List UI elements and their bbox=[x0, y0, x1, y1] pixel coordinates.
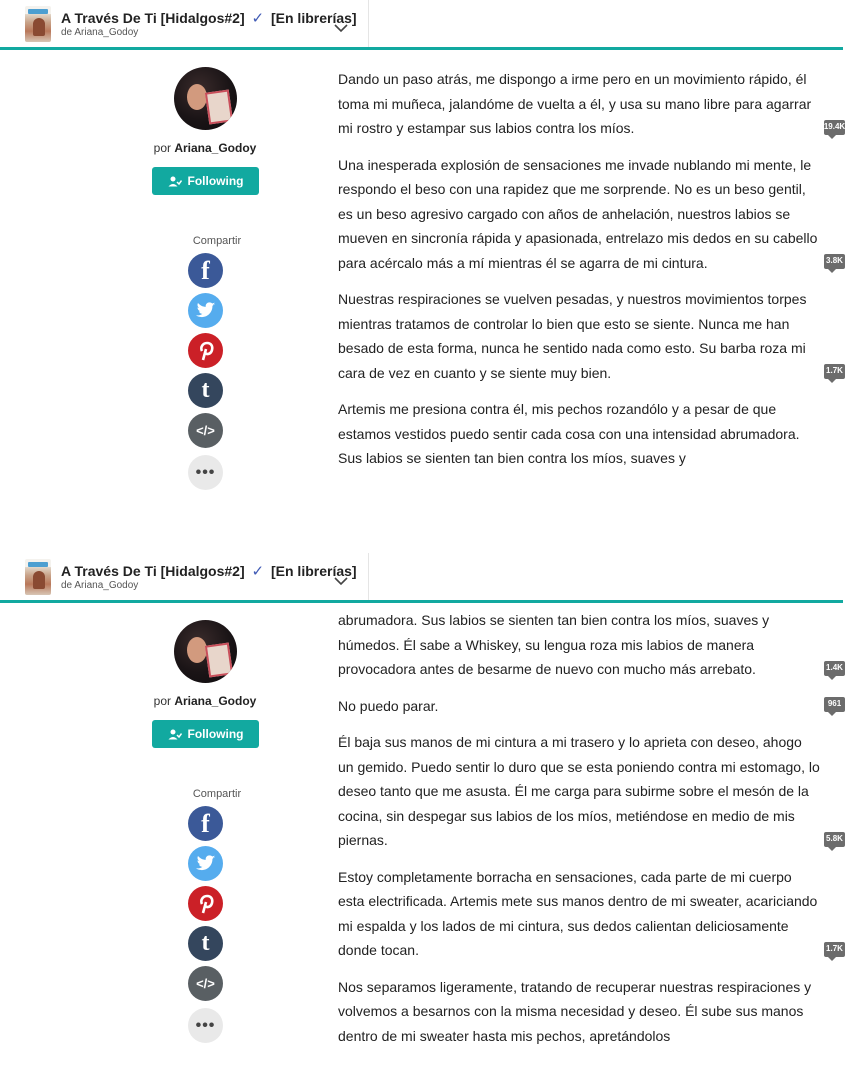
reading-progress-bar bbox=[0, 47, 843, 50]
author-prefix: por bbox=[153, 694, 171, 708]
story-title[interactable]: A Través De Ti [Hidalgos#2] ✓ [En librer… bbox=[61, 9, 357, 27]
more-icon[interactable]: ••• bbox=[188, 1008, 223, 1043]
following-button[interactable]: Following bbox=[152, 167, 259, 195]
story-paragraph[interactable]: Nos separamos ligeramente, tratando de r… bbox=[338, 975, 820, 1049]
chevron-down-icon[interactable] bbox=[333, 575, 349, 587]
author-name[interactable]: por Ariana_Godoy bbox=[40, 141, 370, 155]
reader-section-top: A Través De Ti [Hidalgos#2] ✓ [En librer… bbox=[0, 0, 853, 540]
story-paragraph[interactable]: Artemis me presiona contra él, mis pecho… bbox=[338, 397, 820, 471]
author-prefix: por bbox=[153, 141, 171, 155]
twitter-icon[interactable] bbox=[188, 846, 223, 881]
story-paragraph[interactable]: Nuestras respiraciones se vuelven pesada… bbox=[338, 287, 845, 385]
header-divider bbox=[368, 0, 369, 47]
story-cover-thumbnail[interactable] bbox=[25, 6, 51, 42]
story-byline[interactable]: de Ariana_Godoy bbox=[61, 580, 138, 591]
inline-comment-badge[interactable]: 1.7K bbox=[824, 364, 845, 383]
following-label: Following bbox=[187, 174, 244, 188]
paragraph-text: Nos separamos ligeramente, tratando de r… bbox=[338, 978, 812, 1044]
paragraph-text: No puedo parar. bbox=[338, 697, 439, 714]
pinterest-icon[interactable] bbox=[188, 333, 223, 368]
story-text-top: Dando un paso atrás, me dispongo a irme … bbox=[338, 67, 845, 483]
tumblr-icon[interactable]: t bbox=[188, 373, 223, 408]
embed-icon[interactable]: </> bbox=[188, 966, 223, 1001]
inline-comment-badge[interactable]: 5.8K bbox=[824, 831, 845, 851]
story-paragraph[interactable]: Una inesperada explosión de sensaciones … bbox=[338, 153, 845, 276]
story-byline[interactable]: de Ariana_Godoy bbox=[61, 27, 138, 38]
story-paragraph[interactable]: abrumadora. Sus labios se sienten tan bi… bbox=[338, 608, 845, 682]
paragraph-text: Él baja sus manos de mi cintura a mi tra… bbox=[338, 734, 820, 848]
paragraph-text: Una inesperada explosión de sensaciones … bbox=[338, 156, 818, 271]
author-avatar[interactable] bbox=[174, 67, 237, 130]
share-label: Compartir bbox=[192, 788, 242, 800]
story-paragraph[interactable]: No puedo parar. 961 bbox=[338, 694, 845, 719]
story-header: A Través De Ti [Hidalgos#2] ✓ [En librer… bbox=[0, 553, 853, 603]
facebook-icon[interactable]: f bbox=[188, 253, 223, 288]
inline-comment-badge[interactable]: 19.4K bbox=[824, 119, 845, 139]
reader-section-bottom: A Través De Ti [Hidalgos#2] ✓ [En librer… bbox=[0, 553, 853, 1077]
paragraph-text: Estoy completamente borracha en sensacio… bbox=[338, 868, 818, 959]
tumblr-icon[interactable]: t bbox=[188, 926, 223, 961]
twitter-icon[interactable] bbox=[188, 293, 223, 328]
author-avatar[interactable] bbox=[174, 620, 237, 683]
user-check-icon bbox=[168, 176, 182, 186]
checkmark-icon: ✓ bbox=[251, 10, 265, 27]
inline-comment-badge[interactable]: 1.4K bbox=[824, 660, 845, 680]
following-button[interactable]: Following bbox=[152, 720, 259, 748]
paragraph-text: Artemis me presiona contra él, mis pecho… bbox=[338, 401, 800, 466]
story-title-text: A Través De Ti [Hidalgos#2] bbox=[61, 563, 245, 579]
paragraph-text: Dando un paso atrás, me dispongo a irme … bbox=[338, 71, 812, 136]
story-title[interactable]: A Través De Ti [Hidalgos#2] ✓ [En librer… bbox=[61, 562, 357, 580]
user-check-icon bbox=[168, 729, 182, 739]
header-divider bbox=[368, 553, 369, 600]
following-label: Following bbox=[187, 727, 244, 741]
inline-comment-badge[interactable]: 1.7K bbox=[824, 941, 845, 961]
story-paragraph[interactable]: Estoy completamente borracha en sensacio… bbox=[338, 865, 845, 963]
story-header: A Través De Ti [Hidalgos#2] ✓ [En librer… bbox=[0, 0, 853, 50]
author-name-text: Ariana_Godoy bbox=[174, 694, 257, 708]
embed-icon[interactable]: </> bbox=[188, 413, 223, 448]
author-name[interactable]: por Ariana_Godoy bbox=[40, 694, 370, 708]
paragraph-text: Nuestras respiraciones se vuelven pesada… bbox=[338, 291, 807, 381]
more-icon[interactable]: ••• bbox=[188, 455, 223, 490]
paragraph-text: abrumadora. Sus labios se sienten tan bi… bbox=[338, 612, 770, 677]
chevron-down-icon[interactable] bbox=[333, 22, 349, 34]
story-cover-thumbnail[interactable] bbox=[25, 559, 51, 595]
story-title-text: A Través De Ti [Hidalgos#2] bbox=[61, 10, 245, 26]
inline-comment-badge[interactable]: 961 bbox=[824, 697, 845, 716]
inline-comment-badge[interactable]: 3.8K bbox=[824, 254, 845, 273]
pinterest-icon[interactable] bbox=[188, 886, 223, 921]
facebook-icon[interactable]: f bbox=[188, 806, 223, 841]
reading-progress-bar bbox=[0, 600, 843, 603]
author-name-text: Ariana_Godoy bbox=[174, 141, 257, 155]
checkmark-icon: ✓ bbox=[251, 563, 265, 580]
story-text-bottom: abrumadora. Sus labios se sienten tan bi… bbox=[338, 608, 845, 1060]
share-label: Compartir bbox=[192, 235, 242, 247]
story-paragraph[interactable]: Él baja sus manos de mi cintura a mi tra… bbox=[338, 730, 845, 853]
story-paragraph[interactable]: Dando un paso atrás, me dispongo a irme … bbox=[338, 67, 845, 141]
